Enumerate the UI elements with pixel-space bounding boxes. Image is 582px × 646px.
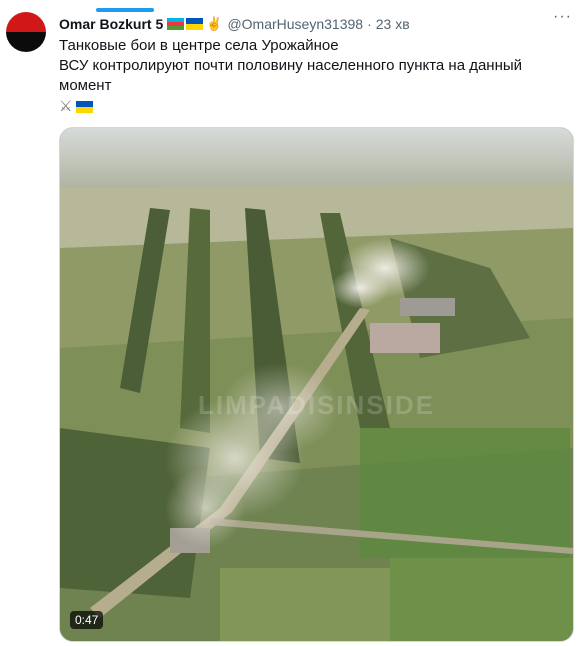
ukraine-flag-icon — [186, 18, 204, 30]
author-name[interactable]: Omar Bozkurt 5 — [59, 16, 163, 32]
ukraine-flag-icon — [76, 101, 94, 113]
video-frame — [60, 128, 573, 641]
crossed-swords-icon: ⚔ — [59, 98, 73, 115]
tweet-line-1: Танковые бои в центре села Урожайное — [59, 37, 339, 54]
rock-hand-icon: ✌ — [206, 16, 223, 31]
video-player[interactable]: LIMPADISINSIDE 0:47 — [59, 127, 574, 642]
timeline-indicator — [96, 8, 154, 12]
tweet-text: Танковые бои в центре села Урожайное ВСУ… — [59, 36, 559, 117]
tweet-header: Omar Bozkurt 5 ✌ @OmarHuseyn31398 · 23 х… — [59, 13, 572, 35]
tweet-line-2: ВСУ контролируют почти половину населенн… — [59, 57, 523, 74]
more-dots-icon[interactable]: ··· — [553, 8, 572, 26]
video-watermark: LIMPADISINSIDE — [198, 390, 435, 420]
author-handle[interactable]: @OmarHuseyn31398 — [227, 16, 363, 32]
video-duration: 0:47 — [70, 611, 104, 629]
tweet-emoji-row: ⚔ — [59, 97, 559, 117]
azerbaijan-flag-icon — [167, 18, 185, 30]
tweet-line-3: момент — [59, 77, 112, 94]
tweet-time[interactable]: 23 хв — [376, 16, 410, 32]
avatar[interactable] — [6, 12, 46, 52]
separator-dot: · — [367, 16, 372, 32]
